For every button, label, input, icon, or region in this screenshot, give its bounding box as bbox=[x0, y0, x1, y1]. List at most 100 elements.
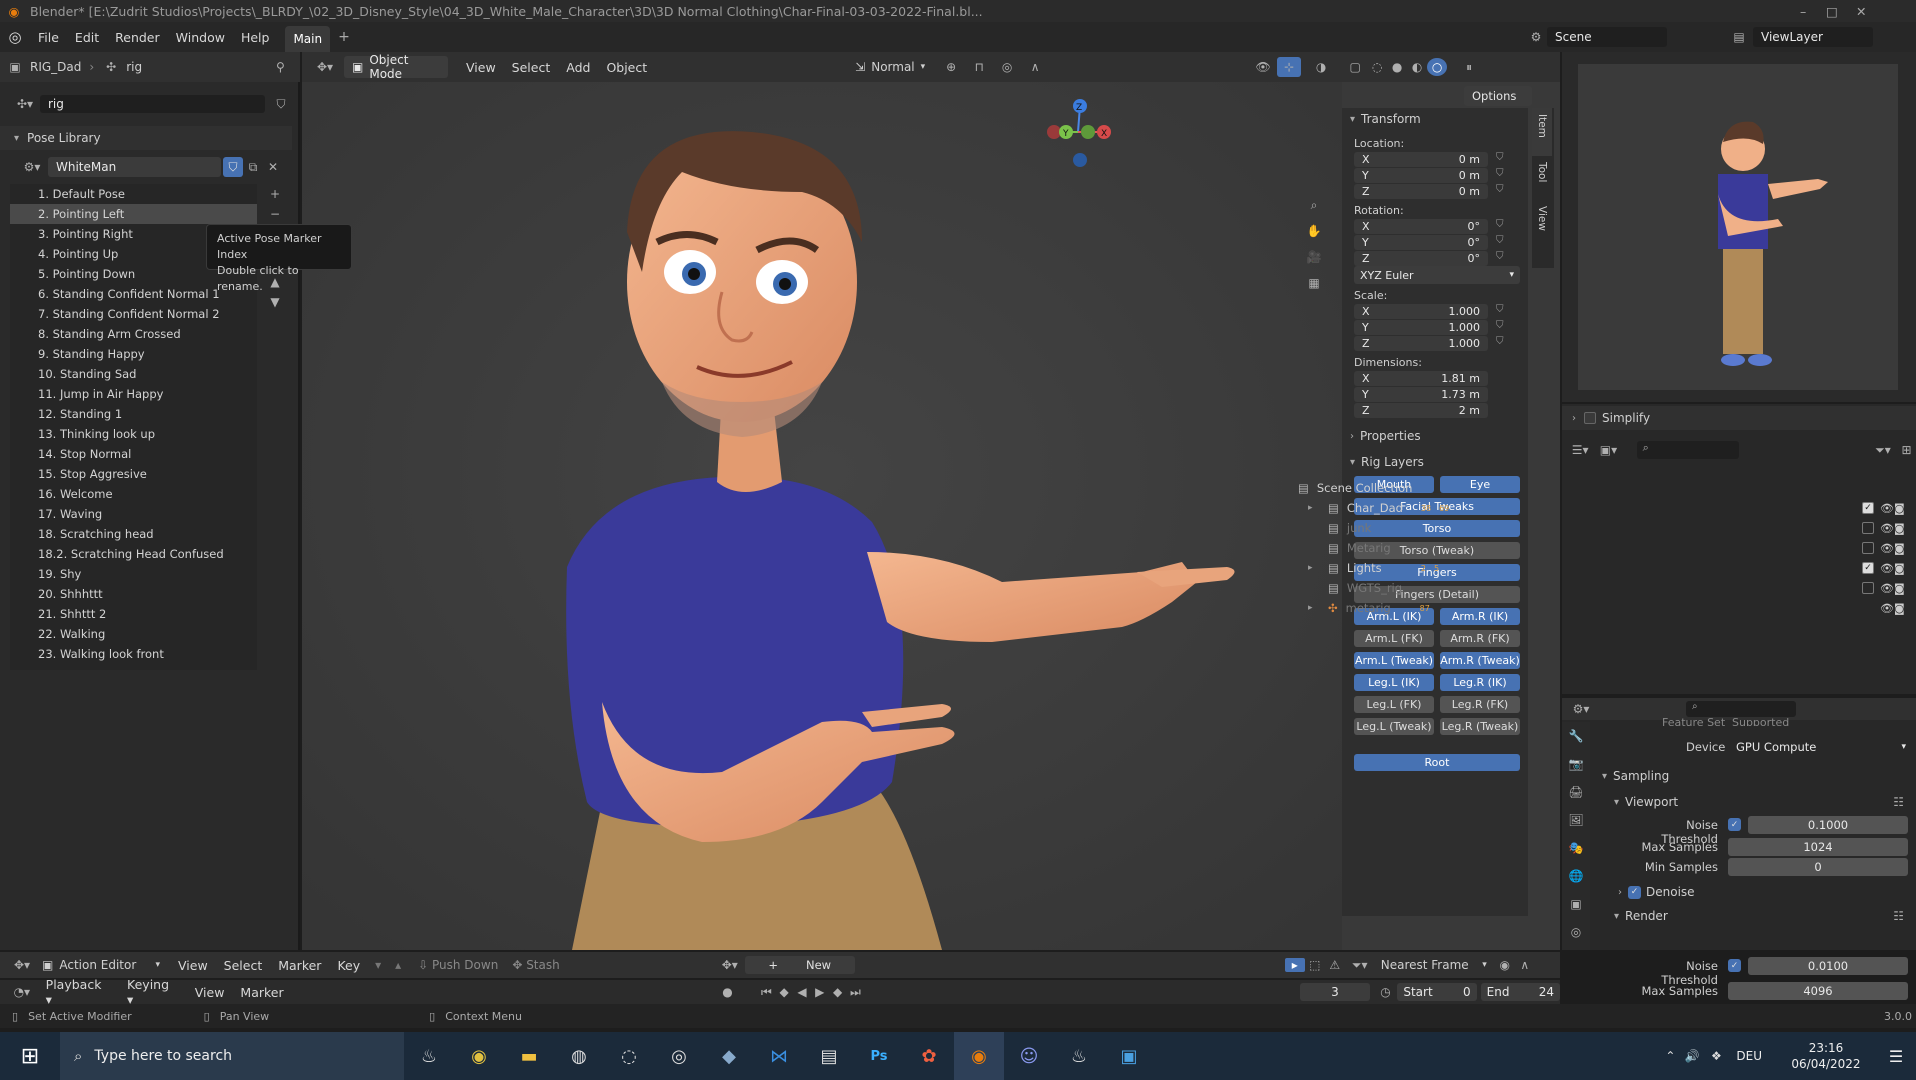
scene-tab-icon[interactable]: 🎭 bbox=[1562, 834, 1590, 862]
outliner-editor-icon[interactable]: ☰▾ bbox=[1566, 443, 1594, 457]
add-workspace-button[interactable]: + bbox=[338, 29, 350, 45]
menu-edit[interactable]: Edit bbox=[67, 30, 107, 45]
tool-tab-icon[interactable]: 🔧 bbox=[1562, 722, 1590, 750]
app-icon-3[interactable]: ◎ bbox=[654, 1046, 704, 1067]
timeline-menu-view[interactable]: View bbox=[187, 985, 233, 1000]
editor-type-icon[interactable]: ✥▾ bbox=[310, 60, 340, 74]
dimensions-field[interactable]: Z 2 m bbox=[1354, 403, 1488, 418]
close-button[interactable]: ✕ bbox=[1856, 4, 1866, 19]
action-browse-icon[interactable]: ✥▾ bbox=[715, 958, 745, 972]
timeline-editor-icon[interactable]: ◔▾ bbox=[6, 985, 38, 999]
pose-list-item[interactable]: 7. Standing Confident Normal 2 bbox=[10, 304, 257, 324]
end-frame-field[interactable]: End 24 bbox=[1480, 983, 1560, 1001]
jump-end-icon[interactable]: ⏭ bbox=[847, 985, 865, 1000]
pan-hand-icon[interactable]: ✋ bbox=[1302, 218, 1326, 244]
ghost-curves-icon[interactable]: ⬚ bbox=[1305, 958, 1325, 972]
taskbar-search[interactable]: ⌕ Type here to search bbox=[60, 1032, 404, 1080]
maximize-button[interactable]: □ bbox=[1826, 4, 1838, 19]
outliner-item[interactable]: ▤ Metarig 👁 ◙ bbox=[1290, 538, 1906, 558]
discord-app-icon[interactable]: ☺ bbox=[1004, 1046, 1054, 1067]
action-icon[interactable]: ⚙▾ bbox=[16, 160, 48, 174]
pose-list-item[interactable]: 22. Walking bbox=[10, 624, 257, 644]
pivot-icon[interactable]: ⊕ bbox=[937, 60, 965, 74]
pose-list-item[interactable]: 11. Jump in Air Happy bbox=[10, 384, 257, 404]
scene-selector[interactable]: ⚙ Scene bbox=[1525, 25, 1695, 49]
chrome-app-icon[interactable]: ◉ bbox=[454, 1046, 504, 1067]
dropbox-icon[interactable]: ❖ bbox=[1704, 1049, 1728, 1063]
rig-layers-header[interactable]: ▾ Rig Layers bbox=[1350, 452, 1424, 472]
render-camera-icon[interactable]: ◙ bbox=[1894, 562, 1905, 575]
pose-list-item[interactable]: 1. Default Pose bbox=[10, 184, 257, 204]
data-search-field[interactable]: rig bbox=[40, 95, 265, 113]
steam-app-icon[interactable]: ♨ bbox=[404, 1046, 454, 1067]
layer-next-icon[interactable]: ▴ bbox=[388, 958, 408, 972]
action-menu-select[interactable]: Select bbox=[216, 958, 271, 973]
expand-arrow-icon[interactable]: ▸ bbox=[1308, 503, 1320, 513]
lock-icon[interactable]: ⛉ bbox=[1496, 304, 1510, 318]
list-icon[interactable]: ☷ bbox=[1893, 909, 1904, 923]
rendered-shading-icon[interactable]: ○ bbox=[1427, 58, 1448, 76]
viewport-noise-checkbox[interactable]: ✓ bbox=[1728, 818, 1741, 831]
lock-icon[interactable]: ⛉ bbox=[1496, 168, 1510, 182]
outliner-item[interactable]: ▸ ▤ Lights 2 5 ✓ 👁 ◙ bbox=[1290, 558, 1906, 578]
tray-overflow-icon[interactable]: ⌃ bbox=[1660, 1049, 1680, 1063]
rig-layer-leg-r-ik[interactable]: Leg.R (IK) bbox=[1440, 674, 1520, 691]
pose-list-item[interactable]: 14. Stop Normal bbox=[10, 444, 257, 464]
pose-list-item[interactable]: 16. Welcome bbox=[10, 484, 257, 504]
menu-file[interactable]: File bbox=[30, 30, 67, 45]
dopesheet-editor-icon[interactable]: ✥▾ bbox=[6, 958, 38, 972]
camera-icon[interactable]: 🎥 bbox=[1302, 244, 1326, 270]
viewport-max-samples-field[interactable]: 1024 bbox=[1728, 838, 1908, 856]
lock-icon[interactable]: ⛉ bbox=[1496, 251, 1510, 265]
render-camera-icon[interactable]: ◙ bbox=[1894, 542, 1905, 555]
pose-list-item[interactable]: 9. Standing Happy bbox=[10, 344, 257, 364]
world-tab-icon[interactable]: 🌐 bbox=[1562, 862, 1590, 890]
scale-field[interactable]: X 1.000 bbox=[1354, 304, 1488, 319]
clock[interactable]: 23:16 06/04/2022 bbox=[1776, 1040, 1876, 1072]
timeline-menu-keying[interactable]: Keying ▾ bbox=[119, 977, 187, 1007]
pose-list-item[interactable]: 10. Standing Sad bbox=[10, 364, 257, 384]
remove-pose-minus-icon[interactable]: − bbox=[264, 204, 286, 224]
start-frame-field[interactable]: Start 0 bbox=[1397, 983, 1477, 1001]
object-tab-icon[interactable]: ▣ bbox=[1562, 890, 1590, 918]
file-explorer-icon[interactable]: ▬ bbox=[504, 1046, 554, 1067]
expand-arrow-icon[interactable]: ▸ bbox=[1308, 563, 1320, 573]
duplicate-icon[interactable]: ⧉ bbox=[243, 160, 263, 175]
denoise-row[interactable]: › ✓ Denoise bbox=[1618, 882, 1695, 902]
action-menu-marker[interactable]: Marker bbox=[270, 958, 329, 973]
app-icon-1[interactable]: ◍ bbox=[554, 1046, 604, 1067]
pose-list-item[interactable]: 8. Standing Arm Crossed bbox=[10, 324, 257, 344]
exclude-checkbox[interactable] bbox=[1862, 582, 1874, 594]
play-reverse-icon[interactable]: ◀ bbox=[793, 985, 811, 999]
lock-icon[interactable]: ⛉ bbox=[1496, 184, 1510, 198]
falloff-curve-icon[interactable]: ∧ bbox=[1515, 958, 1535, 972]
pose-list-item[interactable]: 18. Scratching head bbox=[10, 524, 257, 544]
scale-field[interactable]: Y 1.000 bbox=[1354, 320, 1488, 335]
dimensions-field[interactable]: Y 1.73 m bbox=[1354, 387, 1488, 402]
unlink-x-icon[interactable]: ✕ bbox=[263, 160, 283, 174]
denoise-checkbox[interactable]: ✓ bbox=[1628, 885, 1641, 899]
workspace-tab-main[interactable]: Main bbox=[285, 26, 331, 52]
eye-visibility-icon[interactable]: 👁 bbox=[1880, 502, 1894, 515]
viewport-noise-field[interactable]: 0.1000 bbox=[1748, 816, 1908, 834]
wireframe-shading-icon[interactable]: ◌ bbox=[1367, 60, 1387, 74]
dimensions-field[interactable]: X 1.81 m bbox=[1354, 371, 1488, 386]
rotation-field[interactable]: X 0° bbox=[1354, 219, 1488, 234]
render-camera-icon[interactable]: ◙ bbox=[1894, 502, 1905, 515]
app-icon-4[interactable]: ◆ bbox=[704, 1046, 754, 1067]
render-tab-icon[interactable]: 📷 bbox=[1562, 750, 1590, 778]
rig-layer-arm-l-fk[interactable]: Arm.L (FK) bbox=[1354, 630, 1434, 647]
snap-mode-dropdown[interactable]: Nearest Frame ▾ bbox=[1381, 958, 1487, 972]
viewlayer-field[interactable]: ViewLayer bbox=[1753, 27, 1873, 47]
list-icon[interactable]: ☷ bbox=[1893, 795, 1904, 809]
filter-icon[interactable]: ⏷▾ bbox=[1345, 958, 1375, 973]
timeline-menu-marker[interactable]: Marker bbox=[232, 985, 291, 1000]
figma-app-icon[interactable]: ✿ bbox=[904, 1046, 954, 1067]
proportional-icon[interactable]: ◉ bbox=[1495, 958, 1515, 972]
rig-layer-arm-l-tweak[interactable]: Arm.L (Tweak) bbox=[1354, 652, 1434, 669]
move-down-icon[interactable]: ▼ bbox=[264, 292, 286, 312]
pose-list-item[interactable]: 13. Thinking look up bbox=[10, 424, 257, 444]
exclude-checkbox[interactable]: ✓ bbox=[1862, 562, 1874, 574]
snap-icon[interactable]: ⊓ bbox=[965, 60, 993, 74]
pose-list-item[interactable]: 18.2. Scratching Head Confused bbox=[10, 544, 257, 564]
